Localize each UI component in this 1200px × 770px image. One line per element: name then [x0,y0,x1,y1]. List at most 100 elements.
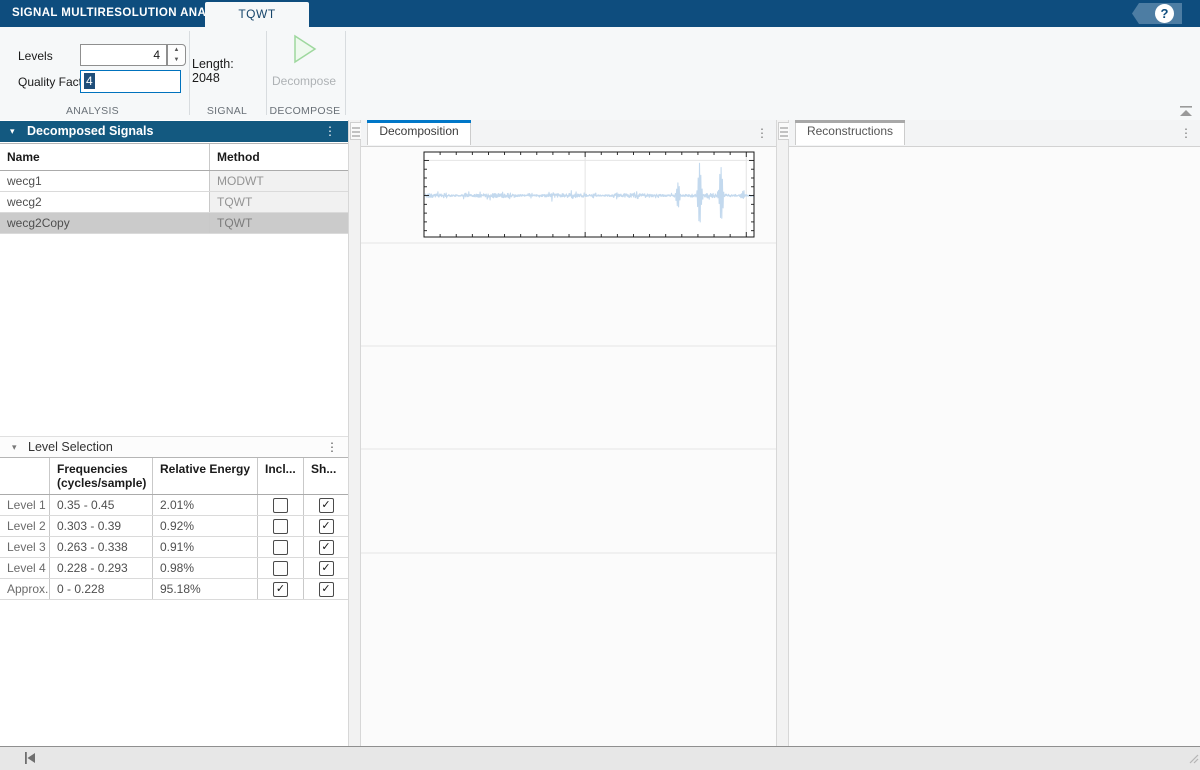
frequencies-cell: 0.263 - 0.338 [50,537,153,557]
collapse-section-icon[interactable]: ▾ [12,437,17,457]
panel-splitter[interactable] [348,120,361,746]
table-header-row: NameMethod [0,143,348,171]
resize-grip-icon[interactable] [1187,751,1199,769]
relative-energy-cell: 2.01% [153,495,258,515]
spinner-up-icon[interactable]: ▲ [168,45,185,55]
checkbox-icon[interactable] [273,519,288,534]
overflow-menu-icon[interactable]: ⋮ [1180,120,1192,146]
signal-method-cell: MODWT [210,171,348,191]
collapse-section-icon[interactable]: ▾ [10,121,15,142]
signal-multiresolution-analyzer-app: SIGNAL MULTIRESOLUTION ANALYZER TQWT ? L… [0,0,1200,770]
question-icon[interactable]: ? [1155,4,1174,23]
checkbox-icon[interactable] [273,561,288,576]
frequencies-cell: 0 - 0.228 [50,579,153,599]
collapse-left-icon[interactable] [22,751,38,770]
column-header-frequencies: Frequencies (cycles/sample) [50,458,153,494]
reconstructions-panel: Reconstructions ⋮ [789,120,1200,746]
main-area: ▾ Decomposed Signals ⋮ NameMethodwecg1MO… [0,120,1200,746]
play-icon [289,33,319,65]
signal-name-cell[interactable]: wecg1 [0,171,210,191]
table-row[interactable]: Approx.0 - 0.22895.18%✓✓ [0,579,348,600]
panel-title: Decomposed Signals [27,121,153,142]
include-checkbox[interactable] [258,537,304,557]
relative-energy-cell: 0.92% [153,516,258,536]
level-label-cell: Level 1 [0,495,50,515]
reconstructions-chart [789,146,1200,746]
checkbox-icon[interactable]: ✓ [319,561,334,576]
decompose-button-label: Decompose [268,74,340,88]
frequencies-cell: 0.35 - 0.45 [50,495,153,515]
status-bar [0,746,1200,770]
overflow-menu-icon[interactable]: ⋮ [324,121,336,142]
relative-energy-cell: 0.91% [153,537,258,557]
table-row[interactable]: Level 30.263 - 0.3380.91% ✓ [0,537,348,558]
section-analysis-label: ANALYSIS [30,105,155,117]
show-checkbox[interactable]: ✓ [304,516,348,536]
checkbox-icon[interactable]: ✓ [319,540,334,555]
table-row[interactable]: Level 20.303 - 0.390.92% ✓ [0,516,348,537]
decomposition-chart [361,146,776,746]
column-header-relative-energy: Relative Energy [153,458,258,494]
levels-input[interactable]: 4 [80,44,167,66]
toolstrip: Levels 4 ▲ ▼ Quality Factor 4 ANALYSIS L… [0,27,1200,120]
checkbox-icon[interactable] [273,498,288,513]
tab-reconstructions[interactable]: Reconstructions [795,120,905,145]
column-header-name: Name [0,144,210,170]
signal-name-cell[interactable]: wecg2Copy [0,213,210,233]
decomposed-signals-header[interactable]: ▾ Decomposed Signals ⋮ [0,121,348,142]
level-label-cell: Approx. [0,579,50,599]
levels-label: Levels [18,49,53,63]
signal-length-label: Length: 2048 [192,57,264,85]
signal-method-cell: TQWT [210,192,348,212]
section-signal-label: SIGNAL [190,105,264,117]
level-selection-header[interactable]: ▾ Level Selection ⋮ [0,436,348,457]
levels-spinner[interactable]: ▲ ▼ [167,44,186,66]
toolstrip-collapse-button[interactable] [1178,105,1194,118]
panel-splitter[interactable] [776,120,789,746]
column-header-include: Incl... [258,458,304,494]
checkbox-icon[interactable]: ✓ [273,582,288,597]
tab-tqwt[interactable]: TQWT [205,2,309,27]
frequencies-cell: 0.303 - 0.39 [50,516,153,536]
collapse-up-icon [1178,105,1194,118]
decomposed-signals-panel: ▾ Decomposed Signals ⋮ NameMethodwecg1MO… [0,120,348,746]
table-header-row: Frequencies (cycles/sample)Relative Ener… [0,457,348,495]
decompose-button[interactable]: Decompose [268,33,340,107]
quality-factor-input[interactable]: 4 [80,70,181,93]
panel-title: Level Selection [28,437,113,457]
relative-energy-cell: 0.98% [153,558,258,578]
column-header-method: Method [210,144,348,170]
table-row[interactable]: Level 10.35 - 0.452.01% ✓ [0,495,348,516]
app-tabbar: SIGNAL MULTIRESOLUTION ANALYZER TQWT ? [0,0,1200,27]
show-checkbox[interactable]: ✓ [304,558,348,578]
table-row[interactable]: wecg1MODWT [0,171,348,192]
include-checkbox[interactable] [258,516,304,536]
checkbox-icon[interactable]: ✓ [319,519,334,534]
spinner-down-icon[interactable]: ▼ [168,55,185,65]
signal-method-cell: TQWT [210,213,348,233]
tab-decomposition[interactable]: Decomposition [367,120,471,145]
section-decompose-label: DECOMPOSE [266,105,344,117]
overflow-menu-icon[interactable]: ⋮ [326,437,338,457]
checkbox-icon[interactable] [273,540,288,555]
show-checkbox[interactable]: ✓ [304,579,348,599]
table-row[interactable]: wecg2TQWT [0,192,348,213]
signal-name-cell[interactable]: wecg2 [0,192,210,212]
checkbox-icon[interactable]: ✓ [319,498,334,513]
selected-text: 4 [84,73,95,89]
include-checkbox[interactable] [258,495,304,515]
decomposition-panel: Decomposition ⋮ [361,120,776,746]
include-checkbox[interactable] [258,558,304,578]
show-checkbox[interactable]: ✓ [304,495,348,515]
level-label-cell: Level 3 [0,537,50,557]
decomposition-tabstrip: Decomposition ⋮ [361,120,776,147]
column-header-blank [0,458,50,494]
show-checkbox[interactable]: ✓ [304,537,348,557]
signals-table: NameMethodwecg1MODWTwecg2TQWTwecg2CopyTQ… [0,143,348,234]
overflow-menu-icon[interactable]: ⋮ [756,120,768,146]
checkbox-icon[interactable]: ✓ [319,582,334,597]
include-checkbox[interactable]: ✓ [258,579,304,599]
table-row[interactable]: Level 40.228 - 0.2930.98%✓ [0,558,348,579]
level-label-cell: Level 2 [0,516,50,536]
table-row[interactable]: wecg2CopyTQWT [0,213,348,234]
